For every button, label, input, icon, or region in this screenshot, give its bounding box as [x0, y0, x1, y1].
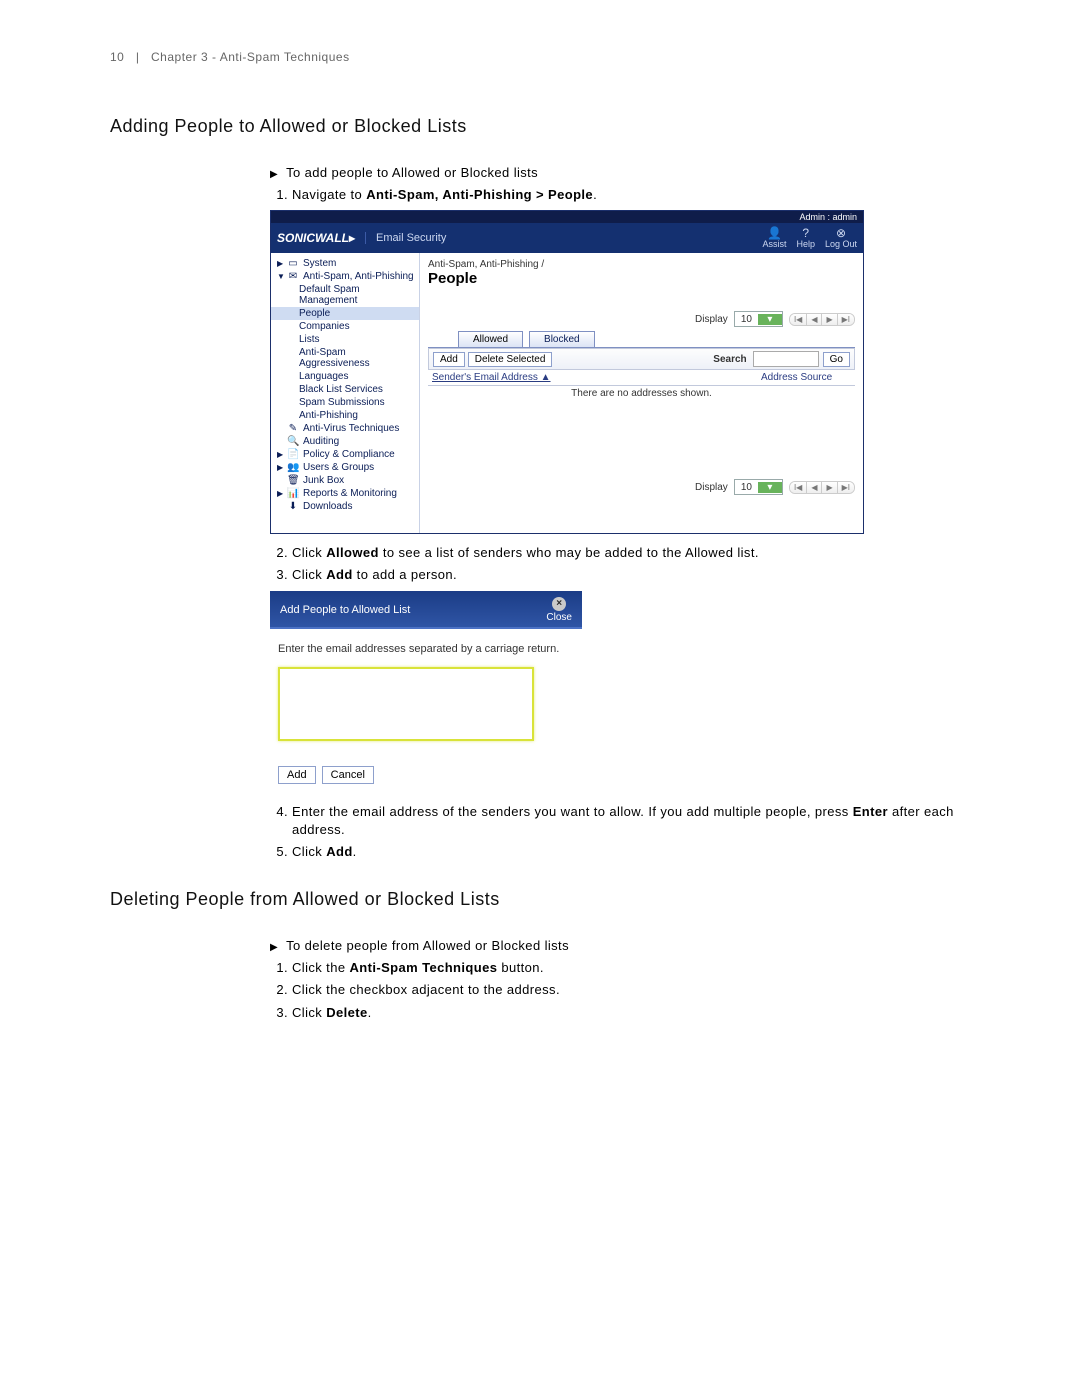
brand-bar: SONICWALL▸ Email Security 👤Assist ?Help …: [271, 223, 863, 253]
product-name: Email Security: [365, 232, 446, 244]
dialog-instruction: Enter the email addresses separated by a…: [278, 643, 574, 655]
pager-first[interactable]: I◀: [790, 482, 806, 493]
chart-icon: 📊: [287, 488, 299, 499]
section-heading-adding: Adding People to Allowed or Blocked List…: [110, 116, 970, 137]
del-step-2: Click the checkbox adjacent to the addre…: [292, 981, 970, 999]
mail-shield-icon: ✉: [287, 271, 299, 282]
header-help[interactable]: ?Help: [796, 227, 815, 249]
dialog-cancel-button[interactable]: Cancel: [322, 766, 374, 784]
dialog-close[interactable]: × Close: [546, 597, 572, 623]
nav-languages[interactable]: Languages: [271, 370, 419, 383]
step-5: Click Add.: [292, 843, 970, 861]
paper-icon: 📄: [287, 449, 299, 460]
col-address-source[interactable]: Address Source: [761, 372, 851, 383]
nav-auditing[interactable]: 🔍Auditing: [271, 435, 419, 448]
go-button[interactable]: Go: [823, 352, 850, 367]
tab-allowed[interactable]: Allowed: [458, 331, 523, 347]
nav-policy[interactable]: ▶📄Policy & Compliance: [271, 448, 419, 461]
nav-downloads[interactable]: ⬇Downloads: [271, 500, 419, 513]
nav-lists[interactable]: Lists: [271, 333, 419, 346]
header-logout[interactable]: ⊗Log Out: [825, 227, 857, 249]
col-sender-email[interactable]: Sender's Email Address ▲: [432, 372, 761, 383]
nav-people[interactable]: People: [271, 307, 419, 320]
users-icon: 👥: [287, 462, 299, 473]
page-number: 10: [110, 50, 124, 64]
step-4: Enter the email address of the senders y…: [292, 803, 970, 839]
nav-companies[interactable]: Companies: [271, 320, 419, 333]
task-delete: To delete people from Allowed or Blocked…: [270, 938, 970, 953]
nav-system[interactable]: ▶▭System: [271, 257, 419, 270]
help-icon: ?: [802, 227, 809, 239]
pager-first[interactable]: I◀: [790, 314, 806, 325]
pager-last[interactable]: ▶I: [837, 314, 854, 325]
dialog-add-button[interactable]: Add: [278, 766, 316, 784]
nav-spam-submissions[interactable]: Spam Submissions: [271, 396, 419, 409]
section-heading-deleting: Deleting People from Allowed or Blocked …: [110, 889, 970, 910]
trash-icon: 🗑: [287, 475, 299, 486]
running-header: 10 | Chapter 3 - Anti-Spam Techniques: [110, 50, 970, 64]
download-icon: ⬇: [287, 501, 299, 512]
pager-last[interactable]: ▶I: [837, 482, 854, 493]
step-3: Click Add to add a person.: [292, 566, 970, 584]
email-textarea[interactable]: [278, 667, 534, 741]
nav-users[interactable]: ▶👥Users & Groups: [271, 461, 419, 474]
close-icon: ×: [552, 597, 566, 611]
search-input[interactable]: [753, 351, 819, 367]
dialog-title: Add People to Allowed List: [280, 604, 410, 616]
display-label: Display: [695, 314, 728, 325]
dropdown-icon: ▾: [758, 314, 782, 325]
user-bar: Admin : admin: [271, 211, 863, 223]
nav-aggressiveness[interactable]: Anti-Spam Aggressiveness: [271, 346, 419, 370]
add-button[interactable]: Add: [433, 352, 465, 367]
page-title: People: [428, 270, 855, 287]
pager-next[interactable]: ▶: [821, 314, 836, 325]
pager-prev[interactable]: ◀: [806, 482, 821, 493]
tab-blocked[interactable]: Blocked: [529, 331, 595, 347]
nav-default-spam[interactable]: Default Spam Management: [271, 283, 419, 307]
magnifier-icon: 🔍: [287, 436, 299, 447]
nav-reports[interactable]: ▶📊Reports & Monitoring: [271, 487, 419, 500]
nav-sidebar: ▶▭System ▼✉Anti-Spam, Anti-Phishing Defa…: [271, 253, 420, 533]
dialog-add-people: Add People to Allowed List × Close Enter…: [270, 591, 582, 789]
pager-bottom: I◀ ◀ ▶ ▶I: [789, 481, 855, 494]
nav-antiphishing[interactable]: Anti-Phishing: [271, 409, 419, 422]
step-2: Click Allowed to see a list of senders w…: [292, 544, 970, 562]
display-select-bottom[interactable]: 10▾: [734, 479, 783, 495]
pager-prev[interactable]: ◀: [806, 314, 821, 325]
person-icon: 👤: [767, 227, 782, 239]
nav-junkbox[interactable]: 🗑Junk Box: [271, 474, 419, 487]
nav-blacklist[interactable]: Black List Services: [271, 383, 419, 396]
del-step-3: Click Delete.: [292, 1004, 970, 1022]
step-1: Navigate to Anti-Spam, Anti-Phishing > P…: [292, 186, 970, 204]
app-screenshot: Admin : admin SONICWALL▸ Email Security …: [270, 210, 864, 534]
pager-top: I◀ ◀ ▶ ▶I: [789, 313, 855, 326]
chapter-title: Chapter 3 - Anti-Spam Techniques: [151, 50, 350, 64]
delete-selected-button[interactable]: Delete Selected: [468, 352, 553, 367]
del-step-1: Click the Anti-Spam Techniques button.: [292, 959, 970, 977]
monitor-icon: ▭: [287, 258, 299, 269]
pager-next[interactable]: ▶: [821, 482, 836, 493]
nav-antivirus[interactable]: ✎Anti-Virus Techniques: [271, 422, 419, 435]
logout-icon: ⊗: [836, 227, 846, 239]
breadcrumb: Anti-Spam, Anti-Phishing /: [428, 259, 855, 270]
pencil-icon: ✎: [287, 423, 299, 434]
display-select[interactable]: 10▾: [734, 311, 783, 327]
dropdown-icon: ▾: [758, 482, 782, 493]
task-add: To add people to Allowed or Blocked list…: [270, 165, 970, 180]
header-assist[interactable]: 👤Assist: [762, 227, 786, 249]
nav-antispam[interactable]: ▼✉Anti-Spam, Anti-Phishing: [271, 270, 419, 283]
search-label: Search: [713, 354, 746, 365]
empty-message: There are no addresses shown.: [428, 386, 855, 479]
logo: SONICWALL▸: [277, 231, 355, 245]
